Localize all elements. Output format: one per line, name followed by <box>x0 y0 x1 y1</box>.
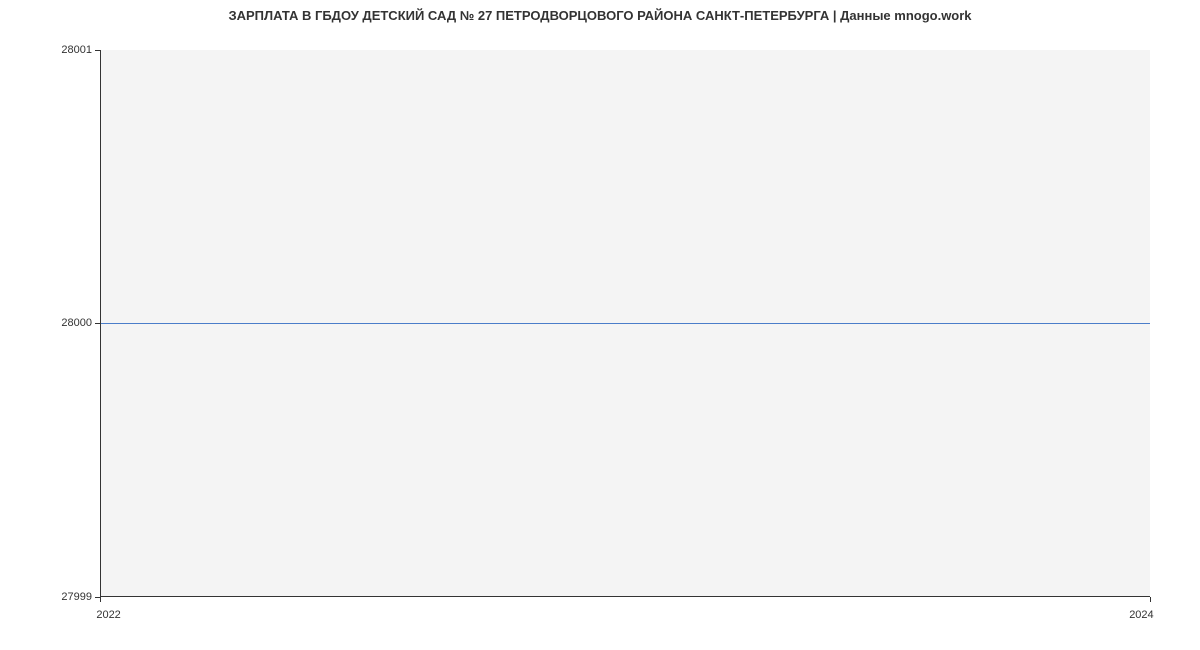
y-axis-label: 28001 <box>61 44 92 56</box>
y-axis-tick <box>95 323 100 324</box>
x-axis-tick <box>100 597 101 602</box>
plot-area <box>100 50 1150 597</box>
x-axis-tick <box>1150 597 1151 602</box>
data-line <box>101 323 1150 324</box>
line-series <box>101 50 1150 596</box>
y-axis-label: 28000 <box>61 317 92 329</box>
y-axis-label: 27999 <box>61 591 92 603</box>
x-axis-label: 2024 <box>1129 609 1153 621</box>
chart-title: ЗАРПЛАТА В ГБДОУ ДЕТСКИЙ САД № 27 ПЕТРОД… <box>0 8 1200 23</box>
y-axis-tick <box>95 50 100 51</box>
x-axis-label: 2022 <box>96 609 120 621</box>
